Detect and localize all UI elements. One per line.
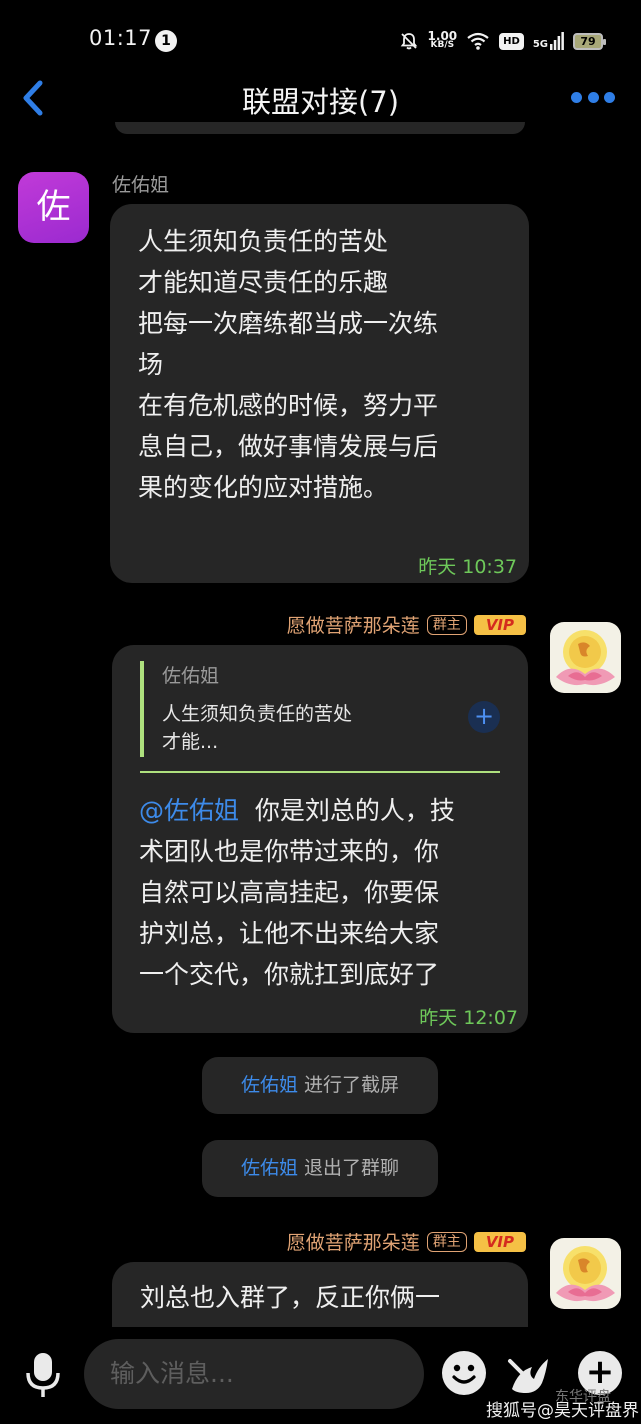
notice-user[interactable]: 佐佑姐 — [241, 1157, 298, 1179]
quote-text: 人生须知负责任的苦处 才能... — [162, 703, 353, 753]
message-text: 刘总也入群了，反正你俩一 — [140, 1283, 441, 1312]
previous-message-bubble — [115, 122, 525, 134]
signal-bars-icon — [550, 32, 564, 50]
microphone-icon — [26, 1353, 60, 1397]
quoted-message[interactable]: 佐佑姐 人生须知负责任的苦处 才能... — [140, 661, 503, 757]
notification-badge: 1 — [155, 30, 177, 52]
more-dot-icon — [571, 92, 582, 103]
sender-info: 愿做菩萨那朵莲 群主 VIP — [287, 611, 526, 638]
message-time: 昨天 12:07 — [419, 1007, 518, 1029]
more-dot-icon — [587, 92, 599, 103]
lotus-icon — [556, 1246, 615, 1302]
sender-name: 愿做菩萨那朵莲 — [286, 615, 420, 637]
emoji-button[interactable] — [442, 1351, 486, 1395]
burn-message-button[interactable] — [504, 1349, 554, 1397]
notice-user[interactable]: 佐佑姐 — [241, 1074, 298, 1096]
battery-icon: 79 — [573, 32, 606, 50]
message-text: 人生须知负责任的苦处 才能知道尽责任的乐趣 把每一次磨练都当成一次练 场 在有危… — [138, 227, 439, 502]
avatar[interactable]: 佐 — [18, 172, 89, 243]
message-bubble[interactable]: 佐佑姐 人生须知负责任的苦处 才能... + @佐佑姐 你是刘总的人，技 术团队… — [112, 645, 528, 1033]
vip-badge: VIP — [473, 614, 526, 635]
sender-info: 愿做菩萨那朵莲 群主 VIP — [287, 1228, 526, 1255]
quote-sender: 佐佑姐 — [162, 665, 220, 687]
status-icons: 1.00 KB/S HD 5G 79 — [399, 28, 606, 54]
message-time: 昨天 10:37 — [418, 556, 517, 578]
sender-name: 佐佑姐 — [112, 174, 170, 196]
system-notice: 佐佑姐 退出了群聊 — [202, 1140, 438, 1197]
more-dot-icon — [604, 92, 615, 103]
system-notice: 佐佑姐 进行了截屏 — [202, 1057, 438, 1114]
avatar[interactable] — [550, 622, 621, 693]
message-input[interactable]: 输入消息... — [84, 1339, 424, 1409]
plus-icon[interactable]: + — [468, 701, 500, 733]
lotus-icon — [556, 630, 615, 686]
message-bubble[interactable]: 人生须知负责任的苦处 才能知道尽责任的乐趣 把每一次磨练都当成一次练 场 在有危… — [110, 204, 529, 583]
smiley-icon — [452, 1364, 476, 1384]
sender-name: 愿做菩萨那朵莲 — [286, 1232, 420, 1254]
chat-header: 联盟对接(7) — [0, 74, 641, 124]
signal-icon: 5G — [533, 32, 564, 50]
mute-bell-icon — [400, 33, 417, 50]
more-options-button[interactable] — [571, 92, 615, 104]
vip-badge: VIP — [473, 1231, 526, 1252]
quote-divider — [140, 771, 500, 773]
watermark: 搜狐号@昊天评盘界 — [486, 1401, 639, 1421]
network-speed: 1.00 KB/S — [427, 29, 458, 50]
owner-badge: 群主 — [426, 1231, 467, 1252]
mention[interactable]: @佐佑姐 — [139, 796, 239, 825]
avatar[interactable] — [550, 1238, 621, 1309]
message-text: @佐佑姐 你是刘总的人，技 术团队也是你带过来的，你 自然可以高高挂起，你要保 … — [139, 796, 455, 989]
hd-icon: HD — [499, 32, 524, 50]
flame-icon — [508, 1359, 548, 1393]
wifi-icon — [467, 32, 489, 50]
owner-badge: 群主 — [426, 614, 467, 635]
chat-title: 联盟对接(7) — [241, 85, 400, 119]
voice-button[interactable] — [24, 1351, 62, 1399]
status-bar: 01:17 1 1.00 KB/S HD 5G 79 — [0, 0, 641, 74]
status-time: 01:17 — [89, 26, 153, 50]
